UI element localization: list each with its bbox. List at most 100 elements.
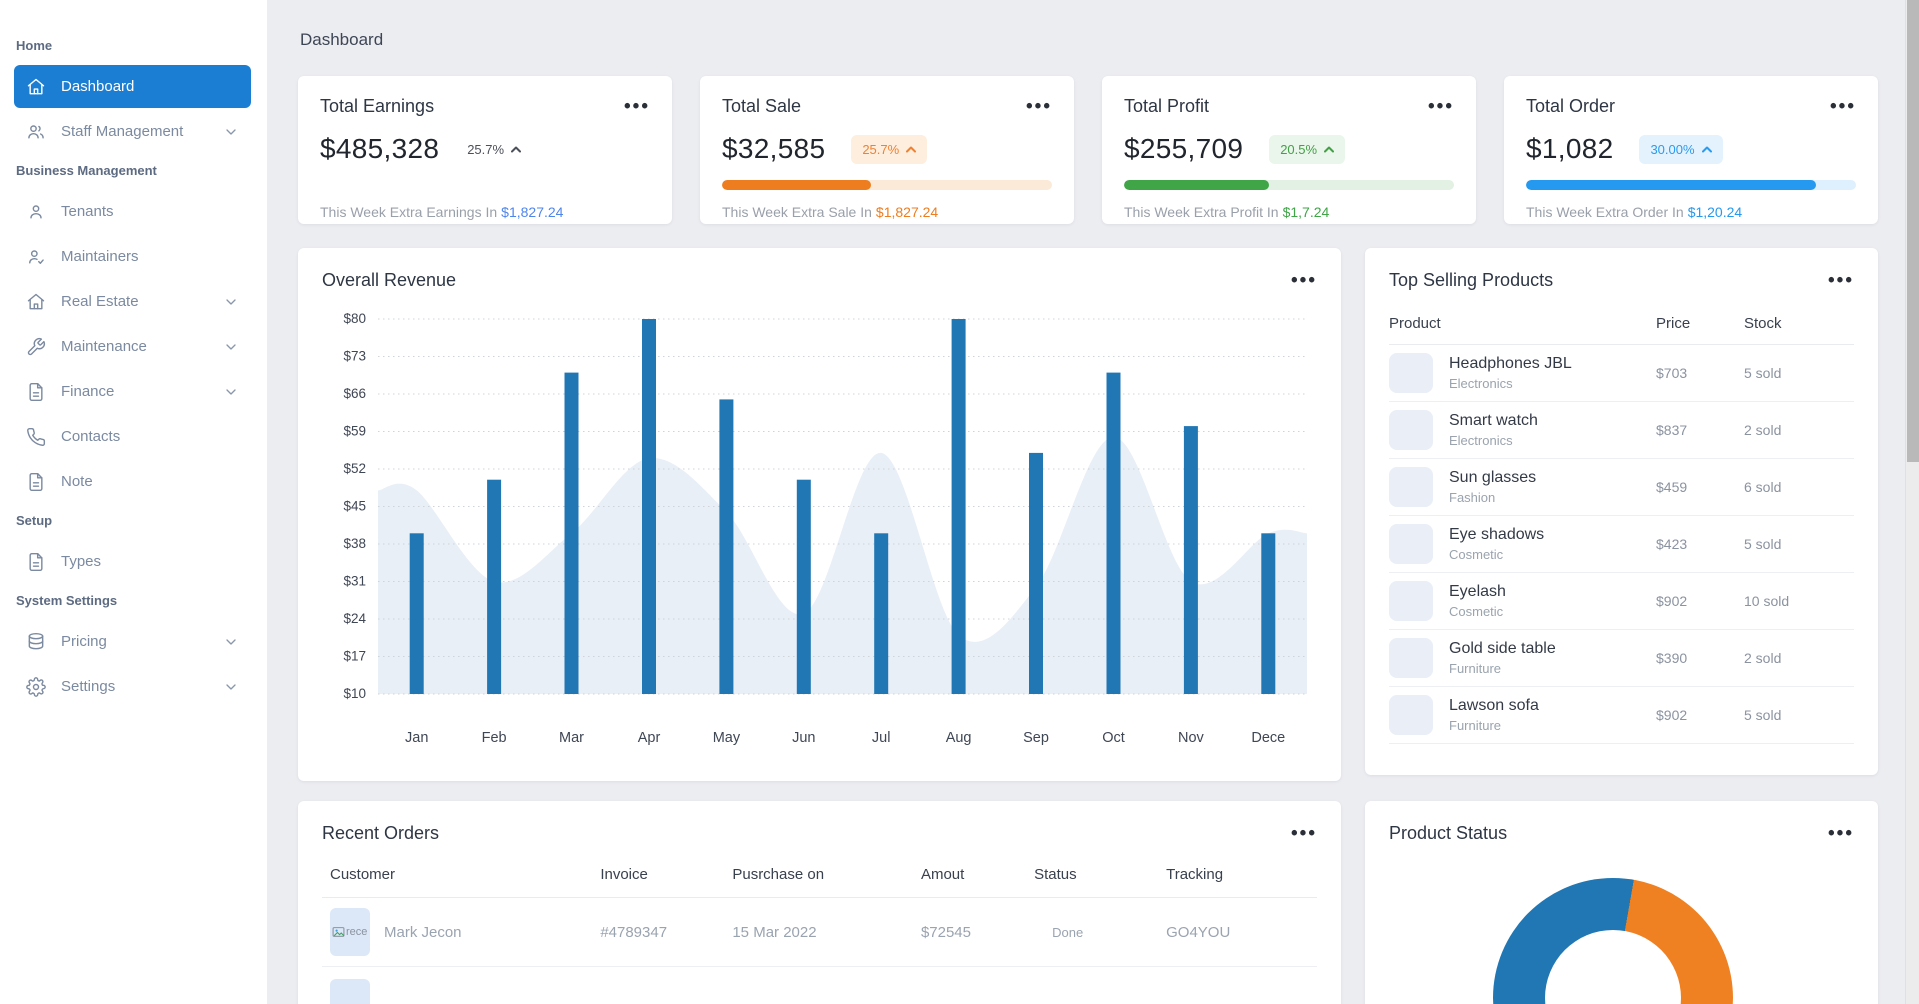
table-row-partial bbox=[322, 967, 1317, 1004]
ellipsis-menu-icon[interactable]: ••• bbox=[1830, 97, 1856, 116]
stat-value: $485,328 bbox=[320, 133, 440, 164]
vertical-scrollbar bbox=[1905, 0, 1919, 1004]
sidebar-item-finance[interactable]: Finance bbox=[14, 370, 251, 413]
order-row[interactable]: rece Mark Jecon #4789347 15 Mar 2022 $72… bbox=[322, 898, 1317, 967]
ellipsis-menu-icon[interactable]: ••• bbox=[1828, 271, 1854, 290]
recent-orders-panel: Recent Orders ••• Customer Invoice Pusrc… bbox=[298, 801, 1341, 1004]
database-icon bbox=[26, 632, 46, 652]
total-earnings-card: Total Earnings ••• $485,328 25.7% This W… bbox=[298, 76, 672, 224]
users-icon bbox=[26, 122, 46, 142]
order-invoice: #4789347 bbox=[600, 923, 668, 941]
svg-text:Aug: Aug bbox=[946, 730, 972, 746]
svg-text:Jun: Jun bbox=[792, 730, 815, 746]
file-icon bbox=[26, 382, 46, 402]
product-row[interactable]: Sun glasses Fashion $459 6 sold bbox=[1389, 459, 1854, 516]
broken-image-placeholder: rece bbox=[330, 908, 370, 956]
svg-text:Sep: Sep bbox=[1023, 730, 1049, 746]
card-footer: This Week Extra Sale In $1,827.24 bbox=[722, 204, 939, 220]
product-price: $902 bbox=[1656, 707, 1688, 723]
svg-text:Nov: Nov bbox=[1178, 730, 1205, 746]
svg-text:Oct: Oct bbox=[1102, 730, 1125, 746]
stat-cards-row: Total Earnings ••• $485,328 25.7% This W… bbox=[298, 76, 1878, 224]
page-title: Dashboard bbox=[300, 30, 384, 49]
sidebar-item-label: Dashboard bbox=[61, 78, 135, 95]
product-row[interactable]: Gold side table Furniture $390 2 sold bbox=[1389, 630, 1854, 687]
sidebar-item-label: Maintainers bbox=[61, 248, 139, 265]
sidebar-item-dashboard[interactable]: Dashboard bbox=[14, 65, 251, 108]
svg-text:Mar: Mar bbox=[559, 730, 584, 746]
stat-value: $32,585 bbox=[722, 133, 826, 164]
customer-name: Mark Jecon bbox=[384, 923, 462, 941]
sidebar-item-maintainers[interactable]: Maintainers bbox=[14, 235, 251, 278]
chevron-down-icon bbox=[223, 634, 239, 650]
product-stock: 2 sold bbox=[1744, 650, 1782, 666]
order-status: Done bbox=[1052, 924, 1084, 940]
card-footer: This Week Extra Earnings In $1,827.24 bbox=[320, 204, 564, 220]
product-category: Furniture bbox=[1449, 661, 1502, 676]
svg-text:$17: $17 bbox=[343, 649, 366, 664]
sidebar-item-label: Tenants bbox=[61, 203, 114, 220]
products-table-header: Product Price Stock bbox=[1389, 315, 1854, 345]
product-stock: 2 sold bbox=[1744, 422, 1782, 438]
panel-title: Product Status bbox=[1389, 823, 1508, 843]
order-purchase-date: 15 Mar 2022 bbox=[732, 923, 817, 941]
chevron-down-icon bbox=[223, 294, 239, 310]
ellipsis-menu-icon[interactable]: ••• bbox=[1026, 97, 1052, 116]
chevron-down-icon bbox=[223, 679, 239, 695]
product-row[interactable]: Headphones JBL Electronics $703 5 sold bbox=[1389, 345, 1854, 402]
sidebar-item-tenants[interactable]: Tenants bbox=[14, 190, 251, 233]
sidebar-item-real-estate[interactable]: Real Estate bbox=[14, 280, 251, 323]
orders-table-header: Customer Invoice Pusrchase on Amout Stat… bbox=[322, 866, 1317, 898]
product-row[interactable]: Lawson sofa Furniture $902 5 sold bbox=[1389, 687, 1854, 744]
sidebar-item-types[interactable]: Types bbox=[14, 540, 251, 583]
svg-text:$31: $31 bbox=[343, 574, 366, 589]
svg-text:$24: $24 bbox=[343, 611, 366, 626]
card-footer: This Week Extra Order In $1,20.24 bbox=[1526, 204, 1743, 220]
sidebar-item-pricing[interactable]: Pricing bbox=[14, 620, 251, 663]
svg-text:$52: $52 bbox=[343, 461, 366, 476]
sidebar-item-maintenance[interactable]: Maintenance bbox=[14, 325, 251, 368]
product-category: Cosmetic bbox=[1449, 547, 1504, 562]
svg-text:Jan: Jan bbox=[405, 730, 428, 746]
sidebar-item-note[interactable]: Note bbox=[14, 460, 251, 503]
product-category: Furniture bbox=[1449, 718, 1502, 733]
panel-title: Overall Revenue bbox=[322, 270, 457, 290]
overall-revenue-chart: $10 $17 $24 $31 $38 $45 $52 $59 $66 $73 $80 Jan Feb M… bbox=[343, 311, 1307, 746]
svg-text:$59: $59 bbox=[343, 424, 366, 439]
delta-indicator: 25.7% bbox=[467, 142, 522, 157]
svg-text:$80: $80 bbox=[343, 311, 366, 326]
product-price: $423 bbox=[1656, 536, 1688, 552]
svg-text:$10: $10 bbox=[343, 686, 366, 701]
ellipsis-menu-icon[interactable]: ••• bbox=[624, 97, 650, 116]
ellipsis-menu-icon[interactable]: ••• bbox=[1291, 271, 1317, 290]
svg-text:Jul: Jul bbox=[872, 730, 891, 746]
sidebar-section-business: Business Management bbox=[16, 163, 157, 178]
product-image-placeholder bbox=[1389, 467, 1433, 507]
products-table-body: Headphones JBL Electronics $703 5 sold S… bbox=[1389, 345, 1854, 744]
card-title: Total Order bbox=[1526, 96, 1616, 116]
product-row[interactable]: Eye shadows Cosmetic $423 5 sold bbox=[1389, 516, 1854, 573]
product-status-panel: Product Status ••• bbox=[1365, 801, 1878, 1004]
panel-title: Top Selling Products bbox=[1389, 270, 1554, 290]
scrollbar-thumb[interactable] bbox=[1907, 0, 1919, 462]
ellipsis-menu-icon[interactable]: ••• bbox=[1291, 824, 1317, 843]
product-row[interactable]: Eyelash Cosmetic $902 10 sold bbox=[1389, 573, 1854, 630]
product-category: Fashion bbox=[1449, 490, 1496, 505]
chevron-down-icon bbox=[223, 339, 239, 355]
product-stock: 5 sold bbox=[1744, 707, 1782, 723]
orders-table-body: rece Mark Jecon #4789347 15 Mar 2022 $72… bbox=[322, 898, 1317, 967]
ellipsis-menu-icon[interactable]: ••• bbox=[1428, 97, 1454, 116]
sidebar: Home Dashboard Staff Management Business… bbox=[0, 0, 267, 1004]
alt-text: rece bbox=[346, 926, 368, 938]
svg-text:Feb: Feb bbox=[482, 730, 507, 746]
product-stock: 10 sold bbox=[1744, 593, 1790, 609]
home-icon bbox=[26, 292, 46, 312]
product-name: Eye shadows bbox=[1449, 526, 1545, 543]
sidebar-item-label: Real Estate bbox=[61, 293, 139, 310]
sidebar-item-staff-management[interactable]: Staff Management bbox=[14, 110, 251, 153]
product-row[interactable]: Smart watch Electronics $837 2 sold bbox=[1389, 402, 1854, 459]
sidebar-item-contacts[interactable]: Contacts bbox=[14, 415, 251, 458]
ellipsis-menu-icon[interactable]: ••• bbox=[1828, 824, 1854, 843]
sidebar-item-settings[interactable]: Settings bbox=[14, 665, 251, 708]
stat-value: $255,709 bbox=[1124, 133, 1244, 164]
